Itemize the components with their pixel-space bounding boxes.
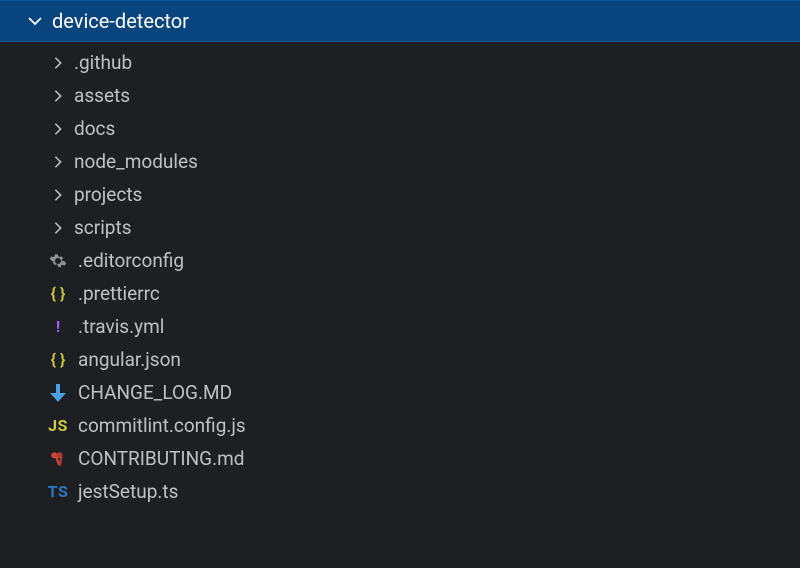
chevron-right-icon bbox=[46, 117, 70, 141]
folder-label: scripts bbox=[74, 216, 132, 239]
folder-item[interactable]: scripts bbox=[0, 211, 800, 244]
chevron-right-icon bbox=[46, 84, 70, 108]
root-folder[interactable]: device-detector bbox=[0, 0, 800, 42]
ts-icon: TS bbox=[46, 481, 70, 503]
file-item[interactable]: { } angular.json bbox=[0, 343, 800, 376]
file-item[interactable]: { } .prettierrc bbox=[0, 277, 800, 310]
tree: .github assets docs node_modules project… bbox=[0, 42, 800, 508]
json-icon: { } bbox=[46, 349, 70, 371]
file-item[interactable]: .editorconfig bbox=[0, 244, 800, 277]
folder-label: assets bbox=[74, 84, 130, 107]
file-item[interactable]: CONTRIBUTING.md bbox=[0, 442, 800, 475]
file-label: .editorconfig bbox=[78, 249, 184, 272]
chevron-down-icon bbox=[24, 10, 46, 32]
folder-item[interactable]: docs bbox=[0, 112, 800, 145]
file-label: angular.json bbox=[78, 348, 181, 371]
folder-label: docs bbox=[74, 117, 115, 140]
folder-item[interactable]: .github bbox=[0, 46, 800, 79]
chevron-right-icon bbox=[46, 51, 70, 75]
file-label: .travis.yml bbox=[78, 315, 164, 338]
keys-icon bbox=[46, 448, 70, 470]
root-folder-label: device-detector bbox=[52, 9, 189, 33]
file-item[interactable]: JS commitlint.config.js bbox=[0, 409, 800, 442]
folder-label: node_modules bbox=[74, 150, 198, 173]
folder-item[interactable]: projects bbox=[0, 178, 800, 211]
folder-item[interactable]: node_modules bbox=[0, 145, 800, 178]
file-label: CONTRIBUTING.md bbox=[78, 447, 244, 470]
gear-icon bbox=[46, 250, 70, 272]
folder-label: projects bbox=[74, 183, 142, 206]
chevron-right-icon bbox=[46, 150, 70, 174]
exclamation-icon: ! bbox=[46, 316, 70, 338]
file-item[interactable]: TS jestSetup.ts bbox=[0, 475, 800, 508]
chevron-right-icon bbox=[46, 183, 70, 207]
markdown-arrow-icon bbox=[46, 382, 70, 404]
file-label: CHANGE_LOG.MD bbox=[78, 381, 232, 404]
chevron-right-icon bbox=[46, 216, 70, 240]
file-explorer: device-detector .github assets docs bbox=[0, 0, 800, 568]
js-icon: JS bbox=[46, 415, 70, 437]
folder-label: .github bbox=[74, 51, 132, 74]
file-label: commitlint.config.js bbox=[78, 414, 246, 437]
file-item[interactable]: ! .travis.yml bbox=[0, 310, 800, 343]
file-item[interactable]: CHANGE_LOG.MD bbox=[0, 376, 800, 409]
json-icon: { } bbox=[46, 283, 70, 305]
file-label: .prettierrc bbox=[78, 282, 160, 305]
file-label: jestSetup.ts bbox=[78, 480, 178, 503]
folder-item[interactable]: assets bbox=[0, 79, 800, 112]
